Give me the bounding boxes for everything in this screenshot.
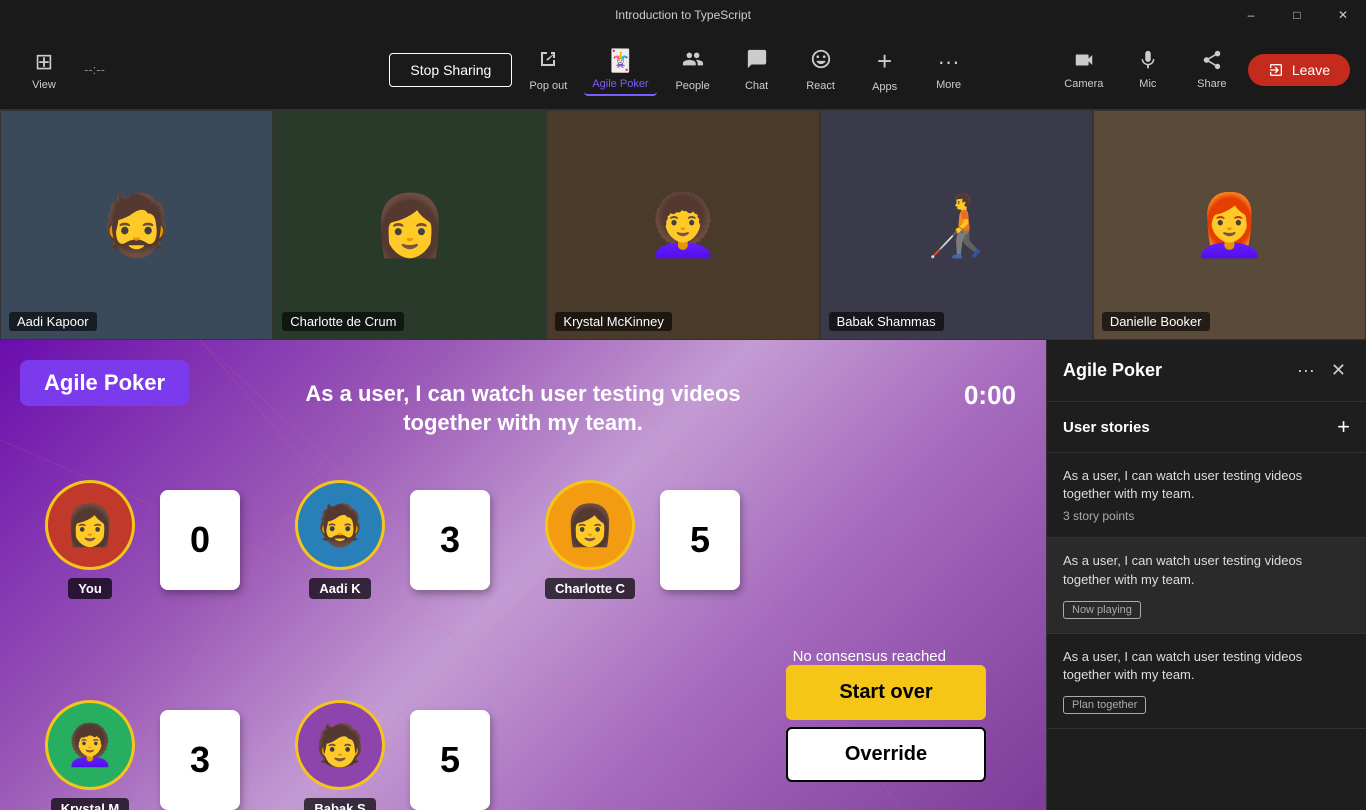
story-badge-playing: Now playing xyxy=(1063,601,1141,619)
avatar-aadi-k: 🧔 xyxy=(295,480,385,570)
leave-button[interactable]: Leave xyxy=(1248,54,1350,86)
story-text-2: As a user, I can watch user testing vide… xyxy=(1063,552,1350,588)
avatar-charlotte-c: 👩 xyxy=(545,480,635,570)
override-button[interactable]: Override xyxy=(786,727,986,782)
window-title: Introduction to TypeScript xyxy=(615,8,751,22)
camera-icon xyxy=(1073,49,1095,74)
avatar-danielle: 👩‍🦰 xyxy=(1094,111,1365,339)
name-aadi: Aadi Kapoor xyxy=(9,312,97,331)
name-charlotte-c: Charlotte C xyxy=(545,578,635,599)
no-consensus-text: No consensus reached xyxy=(793,648,946,665)
story-text-3: As a user, I can watch user testing vide… xyxy=(1063,648,1350,684)
participant-you: 👩 You xyxy=(45,480,135,599)
name-aadi-k: Aadi K xyxy=(309,578,370,599)
panel-more-button[interactable]: ··· xyxy=(1293,356,1319,385)
story-title: As a user, I can watch user testing vide… xyxy=(273,380,773,437)
view-icon: ⊞ xyxy=(35,49,53,75)
avatar-babak: 🧑‍🦯 xyxy=(821,111,1092,339)
camera-button[interactable]: Camera xyxy=(1056,45,1112,94)
toolbar: ⊞ View --:-- Stop Sharing Pop out 🃏 Agil… xyxy=(0,30,1366,110)
right-panel: Agile Poker ··· ✕ User stories + As a us… xyxy=(1046,340,1366,810)
title-bar: Introduction to TypeScript – □ ✕ xyxy=(0,0,1366,30)
chat-button[interactable]: Chat xyxy=(729,44,785,96)
panel-close-button[interactable]: ✕ xyxy=(1327,356,1350,385)
apps-button[interactable]: + Apps xyxy=(857,42,913,97)
leave-label: Leave xyxy=(1292,62,1330,78)
story-text-1: As a user, I can watch user testing vide… xyxy=(1063,467,1350,503)
avatar-aadi: 🧔 xyxy=(1,111,272,339)
story-card-2: As a user, I can watch user testing vide… xyxy=(1047,538,1366,633)
agile-poker-button[interactable]: 🃏 Agile Poker xyxy=(584,44,656,96)
card-babak: 5 xyxy=(410,710,490,810)
story-card-3: As a user, I can watch user testing vide… xyxy=(1047,634,1366,729)
start-over-button[interactable]: Start over xyxy=(786,665,986,720)
name-babak: Babak Shammas xyxy=(829,312,944,331)
react-button[interactable]: React xyxy=(793,44,849,96)
more-icon: ··· xyxy=(938,49,960,75)
panel-header-actions: ··· ✕ xyxy=(1293,356,1350,385)
view-button[interactable]: ⊞ View xyxy=(16,45,72,95)
avatar-charlotte: 👩 xyxy=(274,111,545,339)
main-area: Agile Poker As a user, I can watch user … xyxy=(0,340,1366,810)
video-tile-babak: 🧑‍🦯 Babak Shammas xyxy=(820,110,1093,340)
name-danielle: Danielle Booker xyxy=(1102,312,1210,331)
video-tile-charlotte: 👩 Charlotte de Crum xyxy=(273,110,546,340)
user-stories-section: User stories + xyxy=(1047,402,1366,453)
stop-sharing-button[interactable]: Stop Sharing xyxy=(389,53,512,87)
panel-header: Agile Poker ··· ✕ xyxy=(1047,340,1366,402)
story-badge-plan: Plan together xyxy=(1063,696,1146,714)
card-charlotte: 5 xyxy=(660,490,740,590)
people-button[interactable]: People xyxy=(665,44,721,96)
user-stories-label: User stories xyxy=(1063,419,1150,436)
video-tile-krystal: 👩‍🦱 Krystal McKinney xyxy=(546,110,819,340)
minimize-button[interactable]: – xyxy=(1228,0,1274,30)
card-you: 0 xyxy=(160,490,240,590)
name-babak-s: Babak S xyxy=(304,798,375,810)
toolbar-right: Camera Mic Share Leave xyxy=(1056,45,1350,94)
card-krystal: 3 xyxy=(160,710,240,810)
name-you: You xyxy=(68,578,112,599)
video-strip: 🧔 Aadi Kapoor 👩 Charlotte de Crum 👩‍🦱 Kr… xyxy=(0,110,1366,340)
mic-icon xyxy=(1137,49,1159,74)
people-icon xyxy=(682,48,704,76)
share-icon xyxy=(1201,49,1223,74)
mic-button[interactable]: Mic xyxy=(1120,45,1176,94)
apps-icon: + xyxy=(877,46,892,77)
avatar-krystal: 👩‍🦱 xyxy=(547,111,818,339)
participants-row-1: 👩 You 0 🧔 Aadi K 3 👩 Charlotte C xyxy=(30,480,740,599)
name-krystal-m: Krystal M xyxy=(51,798,130,810)
share-button[interactable]: Share xyxy=(1184,45,1240,94)
video-tile-aadi: 🧔 Aadi Kapoor xyxy=(0,110,273,340)
avatar-krystal-m: 👩‍🦱 xyxy=(45,700,135,790)
name-charlotte: Charlotte de Crum xyxy=(282,312,404,331)
story-card-1: As a user, I can watch user testing vide… xyxy=(1047,453,1366,538)
more-button[interactable]: ··· More xyxy=(921,45,977,95)
agile-poker-label: Agile Poker xyxy=(20,360,189,406)
participant-babak-s: 🧑 Babak S xyxy=(295,700,385,810)
game-area: Agile Poker As a user, I can watch user … xyxy=(0,340,1046,810)
chat-icon xyxy=(746,48,768,76)
participant-krystal: 👩‍🦱 Krystal M xyxy=(45,700,135,810)
toolbar-left: ⊞ View --:-- xyxy=(16,45,105,95)
timer: 0:00 xyxy=(964,380,1016,411)
participant-charlotte-c: 👩 Charlotte C xyxy=(545,480,635,599)
panel-title: Agile Poker xyxy=(1063,360,1162,381)
name-krystal: Krystal McKinney xyxy=(555,312,671,331)
video-tile-danielle: 👩‍🦰 Danielle Booker xyxy=(1093,110,1366,340)
avatar-you: 👩 xyxy=(45,480,135,570)
window-controls: – □ ✕ xyxy=(1228,0,1366,30)
participant-aadi: 🧔 Aadi K xyxy=(295,480,385,599)
story-points-1: 3 story points xyxy=(1063,509,1350,523)
card-aadi: 3 xyxy=(410,490,490,590)
agile-poker-icon: 🃏 xyxy=(607,48,634,74)
popout-button[interactable]: Pop out xyxy=(520,44,576,96)
react-icon xyxy=(810,48,832,76)
popout-icon xyxy=(537,48,559,76)
timer-display: --:-- xyxy=(84,62,105,77)
add-story-button[interactable]: + xyxy=(1337,414,1350,440)
close-button[interactable]: ✕ xyxy=(1320,0,1366,30)
avatar-babak-s: 🧑 xyxy=(295,700,385,790)
participants-row-2: 👩‍🦱 Krystal M 3 🧑 Babak S 5 xyxy=(30,700,490,810)
maximize-button[interactable]: □ xyxy=(1274,0,1320,30)
